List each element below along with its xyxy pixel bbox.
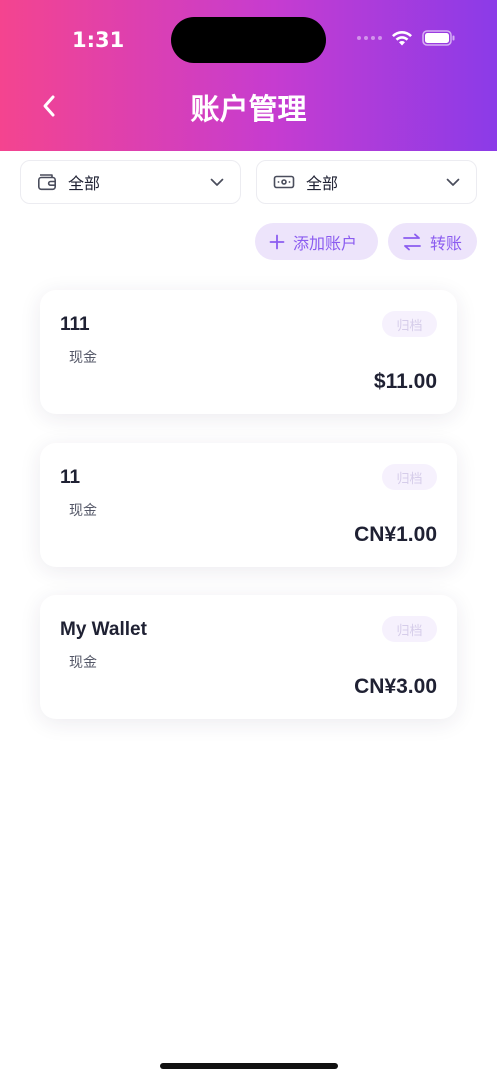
wallet-icon xyxy=(37,174,56,191)
account-type: 现金 xyxy=(69,503,97,519)
add-account-button[interactable]: 添加账户 xyxy=(255,223,378,260)
account-card[interactable]: 11 现金 归档 CN¥1.00 xyxy=(40,443,457,567)
add-account-label: 添加账户 xyxy=(293,233,358,253)
account-balance: $11.00 xyxy=(373,370,437,393)
swap-arrows-icon xyxy=(403,233,421,250)
battery-icon xyxy=(422,30,455,46)
plus-icon xyxy=(269,234,285,249)
header-bar: 1:31 账户管理 xyxy=(0,0,497,151)
chevron-down-icon xyxy=(446,178,460,186)
account-name: 111 xyxy=(60,314,90,335)
account-card[interactable]: 111 现金 归档 $11.00 xyxy=(40,290,457,414)
account-type: 现金 xyxy=(69,350,97,366)
account-balance: CN¥1.00 xyxy=(354,523,437,546)
home-indicator[interactable] xyxy=(160,1063,338,1069)
banknote-icon xyxy=(273,175,295,189)
archive-button[interactable]: 归档 xyxy=(382,616,437,642)
dynamic-island xyxy=(171,17,326,63)
currency-filter-label: 全部 xyxy=(306,174,339,193)
status-time: 1:31 xyxy=(72,28,125,52)
archive-button[interactable]: 归档 xyxy=(382,311,437,337)
account-type: 现金 xyxy=(69,655,97,671)
account-card[interactable]: My Wallet 现金 归档 CN¥3.00 xyxy=(40,595,457,719)
wifi-icon xyxy=(392,30,412,46)
transfer-label: 转账 xyxy=(430,233,463,253)
page-title: 账户管理 xyxy=(190,92,307,126)
transfer-button[interactable]: 转账 xyxy=(388,223,477,260)
signal-icon xyxy=(357,36,382,40)
account-name: My Wallet xyxy=(60,619,147,640)
chevron-down-icon xyxy=(210,178,224,186)
status-icons xyxy=(357,30,455,46)
account-balance: CN¥3.00 xyxy=(354,675,437,698)
wallet-filter-dropdown[interactable]: 全部 xyxy=(20,160,241,204)
currency-filter-dropdown[interactable]: 全部 xyxy=(256,160,477,204)
archive-button[interactable]: 归档 xyxy=(382,464,437,490)
wallet-filter-label: 全部 xyxy=(68,174,101,193)
account-name: 11 xyxy=(60,467,81,488)
